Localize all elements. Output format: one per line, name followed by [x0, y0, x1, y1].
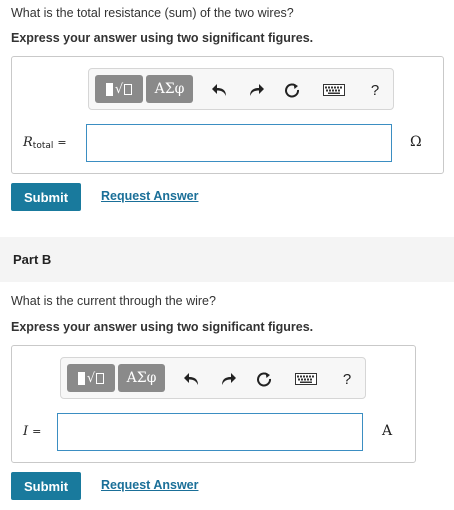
keyboard-icon[interactable]: [321, 79, 347, 101]
part-b-answer-box: √ ΑΣφ ? I = A: [11, 345, 416, 463]
part-a-submit-button[interactable]: Submit: [11, 183, 81, 211]
part-b-submit-button[interactable]: Submit: [11, 472, 81, 500]
templates-button[interactable]: √: [67, 364, 115, 392]
reset-icon[interactable]: [281, 79, 303, 101]
part-b-variable-label: I =: [23, 424, 41, 439]
help-icon[interactable]: ?: [336, 368, 358, 390]
variable-subscript: total: [32, 141, 54, 151]
part-b-unit: A: [382, 423, 393, 439]
redo-icon[interactable]: [245, 79, 267, 101]
symbols-button[interactable]: ΑΣφ: [118, 364, 165, 392]
variable-symbol: R: [23, 135, 33, 150]
part-a-answer-input[interactable]: [86, 124, 392, 162]
part-b-instruction: Express your answer using two significan…: [11, 320, 314, 334]
variable-symbol: I: [23, 424, 29, 439]
symbols-button[interactable]: ΑΣφ: [146, 75, 193, 103]
part-b-header: Part B: [0, 237, 454, 282]
part-a-question: What is the total resistance (sum) of th…: [11, 6, 294, 20]
reset-icon[interactable]: [253, 368, 275, 390]
part-a-math-toolbar: √ ΑΣφ ?: [88, 68, 394, 110]
keyboard-icon[interactable]: [293, 368, 319, 390]
equals-sign: =: [57, 136, 67, 149]
part-a-unit: Ω: [410, 134, 422, 150]
part-b-math-toolbar: √ ΑΣφ ?: [60, 357, 366, 399]
sqrt-icon: √: [114, 81, 124, 97]
part-a-answer-box: √ ΑΣφ ? Rtotal = Ω: [11, 56, 444, 174]
part-b-question: What is the current through the wire?: [11, 294, 216, 308]
part-b-title: Part B: [13, 252, 52, 267]
help-icon[interactable]: ?: [364, 79, 386, 101]
undo-icon[interactable]: [181, 368, 203, 390]
redo-icon[interactable]: [217, 368, 239, 390]
part-b-answer-input[interactable]: [57, 413, 363, 451]
part-a-request-answer-link[interactable]: Request Answer: [101, 189, 198, 203]
sqrt-icon: √: [86, 370, 96, 386]
undo-icon[interactable]: [209, 79, 231, 101]
equals-sign: =: [32, 425, 42, 438]
part-b-request-answer-link[interactable]: Request Answer: [101, 478, 198, 492]
part-a-variable-label: Rtotal =: [23, 135, 67, 151]
part-a-instruction: Express your answer using two significan…: [11, 31, 314, 45]
templates-button[interactable]: √: [95, 75, 143, 103]
